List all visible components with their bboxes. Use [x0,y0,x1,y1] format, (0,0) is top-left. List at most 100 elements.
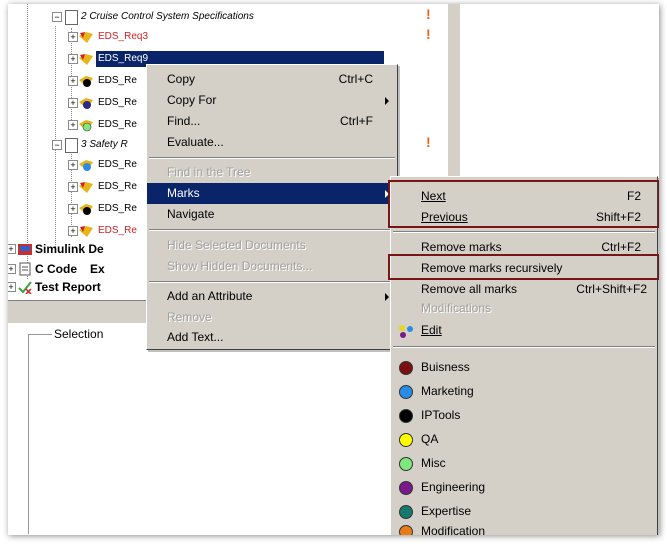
mark-item-buisness[interactable]: Buisness [391,357,657,378]
tree-node-c-code[interactable]: + C Code Ex [8,260,166,278]
simulink-icon [18,244,32,255]
mark-item-iptools[interactable]: IPTools [391,405,657,426]
screenshot-frame: − 2 Cruise Control System Specifications… [0,0,667,545]
tree-node-label: Test Report [35,280,101,294]
menu-item-shortcut: Ctrl+Shift+F2 [576,282,647,296]
menu-item-hide-selected[interactable]: Hide Selected Documents [147,235,397,256]
tree-node-requirement[interactable]: + EDS_Re [68,116,148,134]
selection-groupbox-label: Selection [52,327,106,341]
expand-icon[interactable]: + [68,182,78,192]
menu-item-navigate[interactable]: Navigate [147,204,397,225]
document-icon [65,138,78,153]
tree-node-label: EDS_Req3 [98,31,149,42]
expand-icon[interactable]: + [68,76,78,86]
menu-item-label: Marketing [421,384,474,398]
requirement-icon [79,32,93,43]
mark-item-modification[interactable]: Modification [391,521,657,535]
submenu-arrow-icon [385,293,389,301]
menu-item-label: Navigate [167,207,215,221]
tree-node-requirement[interactable]: + EDS_Req3 [68,28,268,46]
tree-node-simulink[interactable]: + Simulink De [8,240,166,258]
expand-icon[interactable]: + [68,226,78,236]
menu-item-label: Show Hidden Documents... [167,259,313,273]
menu-item-label: Marks [167,186,200,200]
menu-item-modifications[interactable]: Modifications [391,298,657,319]
collapse-icon[interactable]: − [52,140,62,150]
tree-node-label-suffix: Ex [90,262,105,276]
tree-guide-line [27,4,28,279]
menu-item-remove[interactable]: Remove [147,307,397,328]
tree-node-label: EDS_Re [98,203,137,214]
mark-color-icon [399,361,413,375]
menu-separator [393,346,655,348]
menu-item-label: Add Text... [167,330,224,344]
menu-item-add-attribute[interactable]: Add an Attribute [147,286,397,307]
expand-icon[interactable]: + [68,32,78,42]
requirement-green-mark-icon [79,120,93,132]
groupbox-border [28,334,52,335]
menu-item-label: Remove all marks [421,282,518,296]
mark-item-marketing[interactable]: Marketing [391,381,657,402]
tree-node-requirement[interactable]: + EDS_Re [68,200,148,218]
requirement-icon [79,226,93,237]
mark-item-expertise[interactable]: Expertise [391,501,657,522]
menu-item-label: IPTools [421,408,461,422]
tree-node-label: EDS_Re [98,225,137,236]
menu-separator [393,231,655,233]
mark-color-icon [399,525,413,535]
document-icon [65,10,78,25]
expand-icon[interactable]: + [8,264,16,274]
tree-node-section-2[interactable]: − 2 Cruise Control System Specifications [52,8,432,26]
menu-item-marks[interactable]: Marks [147,183,397,204]
expand-icon[interactable]: + [8,282,16,292]
tree-node-requirement[interactable]: + EDS_Re [68,156,148,174]
expand-icon[interactable]: + [8,244,16,254]
menu-item-label: Expertise [421,504,472,518]
tree-node-requirement[interactable]: + EDS_Re [68,178,148,196]
warning-flag-icon: ! [426,134,431,150]
mark-color-icon [399,385,413,399]
menu-item-evaluate[interactable]: Evaluate... [147,132,397,153]
menu-item-edit[interactable]: Edit [391,320,657,341]
menu-item-shortcut: Ctrl+C [338,72,373,86]
tree-node-label: EDS_Re [98,97,137,108]
menu-item-shortcut: Ctrl+F [340,114,373,128]
tree-node-label: EDS_Req9 [98,53,149,64]
tree-node-label: 3 Safety R [81,139,128,150]
menu-item-label: Copy [167,72,196,86]
menu-separator [149,281,395,283]
menu-item-add-text[interactable]: Add Text... [147,327,397,348]
expand-icon[interactable]: + [68,160,78,170]
tree-node-requirement[interactable]: + EDS_Re [68,94,148,112]
menu-item-copy-for[interactable]: Copy For [147,90,397,111]
code-file-icon [19,262,31,276]
menu-item-find-in-tree[interactable]: Find in the Tree [147,162,397,183]
groupbox-border [28,334,29,534]
menu-item-remove-all-marks[interactable]: Remove all marks Ctrl+Shift+F2 [391,279,657,300]
mark-item-qa[interactable]: QA [391,429,657,450]
menu-item-find[interactable]: Find... Ctrl+F [147,111,397,132]
mark-item-misc[interactable]: Misc [391,453,657,474]
collapse-icon[interactable]: − [52,12,62,22]
menu-item-label: Modification [421,524,486,535]
application-window: − 2 Cruise Control System Specifications… [8,4,659,535]
mark-item-engineering[interactable]: Engineering [391,477,657,498]
tree-node-requirement[interactable]: + EDS_Re [68,222,148,240]
expand-icon[interactable]: + [68,98,78,108]
menu-item-copy[interactable]: Copy Ctrl+C [147,69,397,90]
menu-item-show-hidden[interactable]: Show Hidden Documents... [147,256,397,277]
tree-node-requirement[interactable]: + EDS_Re [68,72,148,90]
expand-icon[interactable]: + [68,204,78,214]
tree-node-label: Simulink De [35,242,104,256]
tree-node-label: EDS_Re [98,159,137,170]
menu-item-label: Edit [421,323,442,337]
context-menu: Copy Ctrl+C Copy For Find... Ctrl+F Eval… [146,64,398,350]
warning-flag-icon: ! [426,26,431,42]
tree-node-test-report[interactable]: + Test Report [8,278,166,296]
tree-node-label: EDS_Re [98,181,137,192]
tree-node-label: EDS_Re [98,119,137,130]
expand-icon[interactable]: + [68,120,78,130]
expand-icon[interactable]: + [68,54,78,64]
tree-node-label: C Code [35,262,77,276]
mark-color-icon [399,409,413,423]
